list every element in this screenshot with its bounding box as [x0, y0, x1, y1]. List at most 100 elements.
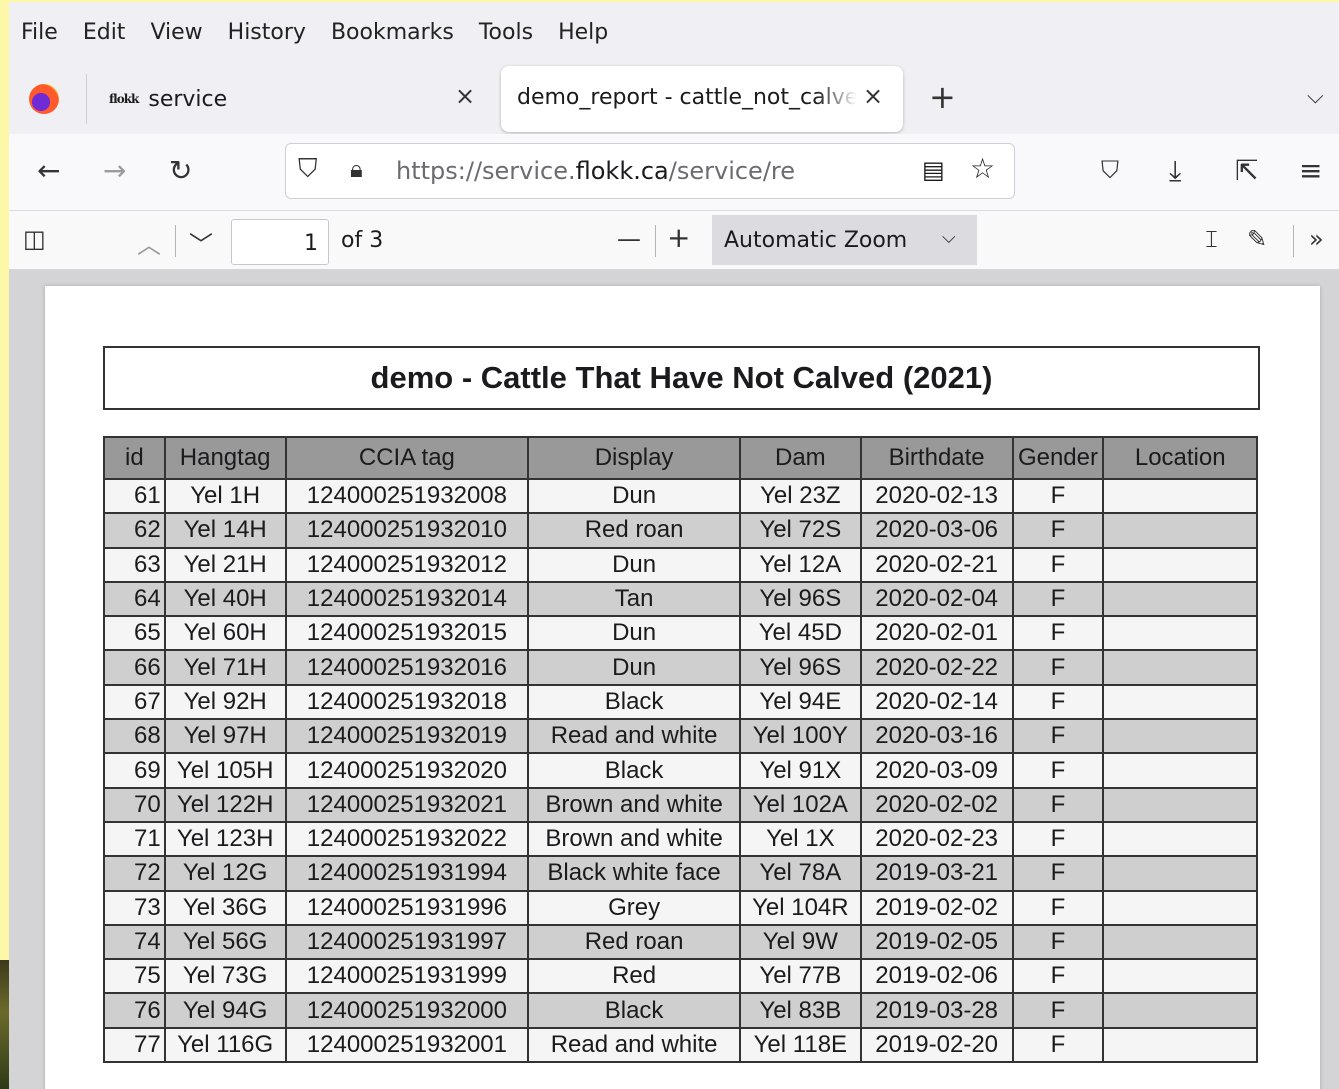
table-cell: 65 [103, 615, 166, 652]
table-cell: Yel 12G [163, 855, 287, 892]
table-header: id Hangtag CCIA tag Display Dam Birthdate Gend… [103, 436, 1258, 480]
table-cell: F [1011, 615, 1105, 652]
table-cell: 124000251932000 [284, 992, 530, 1029]
table-cell: F [1011, 477, 1105, 515]
zoom-out-icon[interactable]: — [617, 225, 641, 253]
table-cell: 2019-03-21 [859, 855, 1014, 892]
table-cell: 75 [103, 958, 166, 995]
table-cell: Read and white [527, 1026, 741, 1064]
table-row: 74 Yel 56G 124000251931997 Red roan Yel 9W 20… [103, 923, 1258, 961]
page-number-input[interactable]: 1 [231, 219, 329, 265]
new-tab-icon[interactable]: + [929, 78, 956, 116]
chevron-down-icon: ⌵ [942, 227, 956, 248]
table-cell: 124000251931996 [284, 889, 530, 926]
pdf-page: demo - Cattle That Have Not Calved (2021… [45, 286, 1320, 1089]
download-icon[interactable]: ⤓ [1169, 154, 1181, 188]
table-row: 66 Yel 71H 124000251932016 Dun Yel 96S 2020-0… [103, 649, 1258, 686]
tab-service[interactable]: flokk service [99, 76, 489, 122]
pocket-icon[interactable]: ⛉ [1101, 156, 1119, 184]
table-row: 64 Yel 40H 124000251932014 Tan Yel 96S 2020-0… [103, 580, 1258, 618]
menu-bookmarks[interactable]: Bookmarks [331, 20, 454, 45]
text-cursor-icon[interactable]: 𝙸 [1203, 225, 1220, 253]
zoom-select[interactable]: Automatic Zoom ⌵ [712, 215, 977, 265]
pdf-viewer[interactable]: demo - Cattle That Have Not Calved (2021… [9, 270, 1339, 1089]
chevron-down-icon[interactable]: ⌵ [1307, 84, 1324, 109]
table-cell [1102, 923, 1258, 961]
table-cell: 2020-03-09 [859, 752, 1014, 789]
table-cell: 72 [103, 855, 166, 892]
url-bar[interactable]: ⛉ 🔒︎ https://service.flokk.ca/service/re… [285, 143, 1015, 199]
table-row: 67 Yel 92H 124000251932018 Black Yel 94E 2020… [103, 683, 1258, 721]
table-cell: Yel 118E [738, 1026, 862, 1064]
table-row: 71 Yel 123H 124000251932022 Brown and white… [103, 820, 1258, 858]
bookmark-star-icon[interactable]: ☆ [970, 152, 995, 185]
table-cell: Yel 116G [163, 1026, 287, 1064]
draw-pen-icon[interactable]: ✎ [1247, 225, 1267, 253]
table-cell: 124000251932019 [284, 718, 530, 755]
close-tab-icon[interactable]: × [455, 82, 475, 110]
table-cell: F [1011, 786, 1105, 823]
tab-divider [86, 74, 87, 124]
table-cell [1102, 718, 1258, 755]
table-cell [1102, 615, 1258, 652]
previous-page-icon[interactable]: ︿ [137, 225, 161, 260]
menu-file[interactable]: File [21, 20, 58, 45]
table-cell: 68 [103, 718, 166, 755]
table-cell: Yel 123H [163, 820, 287, 858]
table-cell: 70 [103, 786, 166, 823]
table-cell: 124000251932008 [284, 477, 530, 515]
table-cell: 124000251931997 [284, 923, 530, 961]
table-cell: 124000251932020 [284, 752, 530, 789]
forward-icon[interactable]: → [103, 154, 126, 187]
shield-icon[interactable]: ⛉ [298, 154, 318, 185]
table-cell: Yel 12A [738, 546, 862, 583]
reload-icon[interactable]: ↻ [169, 154, 192, 187]
menu-edit[interactable]: Edit [83, 20, 126, 45]
column-header: Birthdate [859, 436, 1014, 480]
menu-tools[interactable]: Tools [479, 20, 533, 45]
table-cell: Yel 23Z [738, 477, 862, 515]
table-cell: Yel 56G [163, 923, 287, 961]
table-cell: Dun [527, 615, 741, 652]
zoom-in-icon[interactable]: + [667, 221, 690, 254]
table-cell: Yel 71H [163, 649, 287, 686]
more-tools-icon[interactable]: » [1309, 225, 1324, 253]
table-cell: Yel 102A [738, 786, 862, 823]
table-cell: Tan [527, 580, 741, 618]
table-cell: Yel 21H [163, 546, 287, 583]
table-cell: 2020-02-14 [859, 683, 1014, 721]
next-page-icon[interactable]: ﹀ [189, 225, 213, 260]
reader-view-icon[interactable]: ▤ [922, 156, 945, 184]
table-cell [1102, 477, 1258, 515]
menu-history[interactable]: History [228, 20, 306, 45]
tab-demo-report[interactable]: demo_report - cattle_not_calved × [501, 66, 903, 132]
table-cell: 73 [103, 889, 166, 926]
lock-icon[interactable]: 🔒︎ [350, 155, 363, 183]
firefox-logo-icon[interactable] [29, 84, 59, 114]
menu-help[interactable]: Help [558, 20, 608, 45]
sidebar-toggle-icon[interactable]: ◫ [23, 225, 46, 253]
url-text[interactable]: https://service.flokk.ca/service/report/… [396, 157, 796, 185]
table-cell: 64 [103, 580, 166, 618]
table-cell: 2019-02-02 [859, 889, 1014, 926]
table-row: 72 Yel 12G 124000251931994 Black white face… [103, 855, 1258, 892]
close-tab-icon[interactable]: × [863, 82, 883, 110]
hamburger-menu-icon[interactable]: ≡ [1299, 154, 1322, 187]
table-cell: Yel 105H [163, 752, 287, 789]
table-row: 63 Yel 21H 124000251932012 Dun Yel 12A 2020-0… [103, 546, 1258, 583]
back-icon[interactable]: ← [37, 154, 60, 187]
table-cell: 2020-02-13 [859, 477, 1014, 515]
table-row: 77 Yel 116G 124000251932001 Read and white Y… [103, 1026, 1258, 1064]
table-row: 62 Yel 14H 124000251932010 Red roan Yel 72S 2… [103, 512, 1258, 549]
table-cell: 62 [103, 512, 166, 549]
tab-bar: flokk service × demo_report - cattle_not… [9, 62, 1339, 134]
table-cell: F [1011, 512, 1105, 549]
column-header: Gender [1011, 436, 1105, 480]
menu-view[interactable]: View [150, 20, 202, 45]
table-cell [1102, 958, 1258, 995]
extensions-icon[interactable]: ⇱ [1235, 154, 1258, 187]
browser-window: File Edit View History Bookmarks Tools H… [9, 2, 1339, 1089]
table-row: 75 Yel 73G 124000251931999 Red Yel 77B 2019-0… [103, 958, 1258, 995]
table-cell: F [1011, 649, 1105, 686]
column-header: Location [1102, 436, 1258, 480]
